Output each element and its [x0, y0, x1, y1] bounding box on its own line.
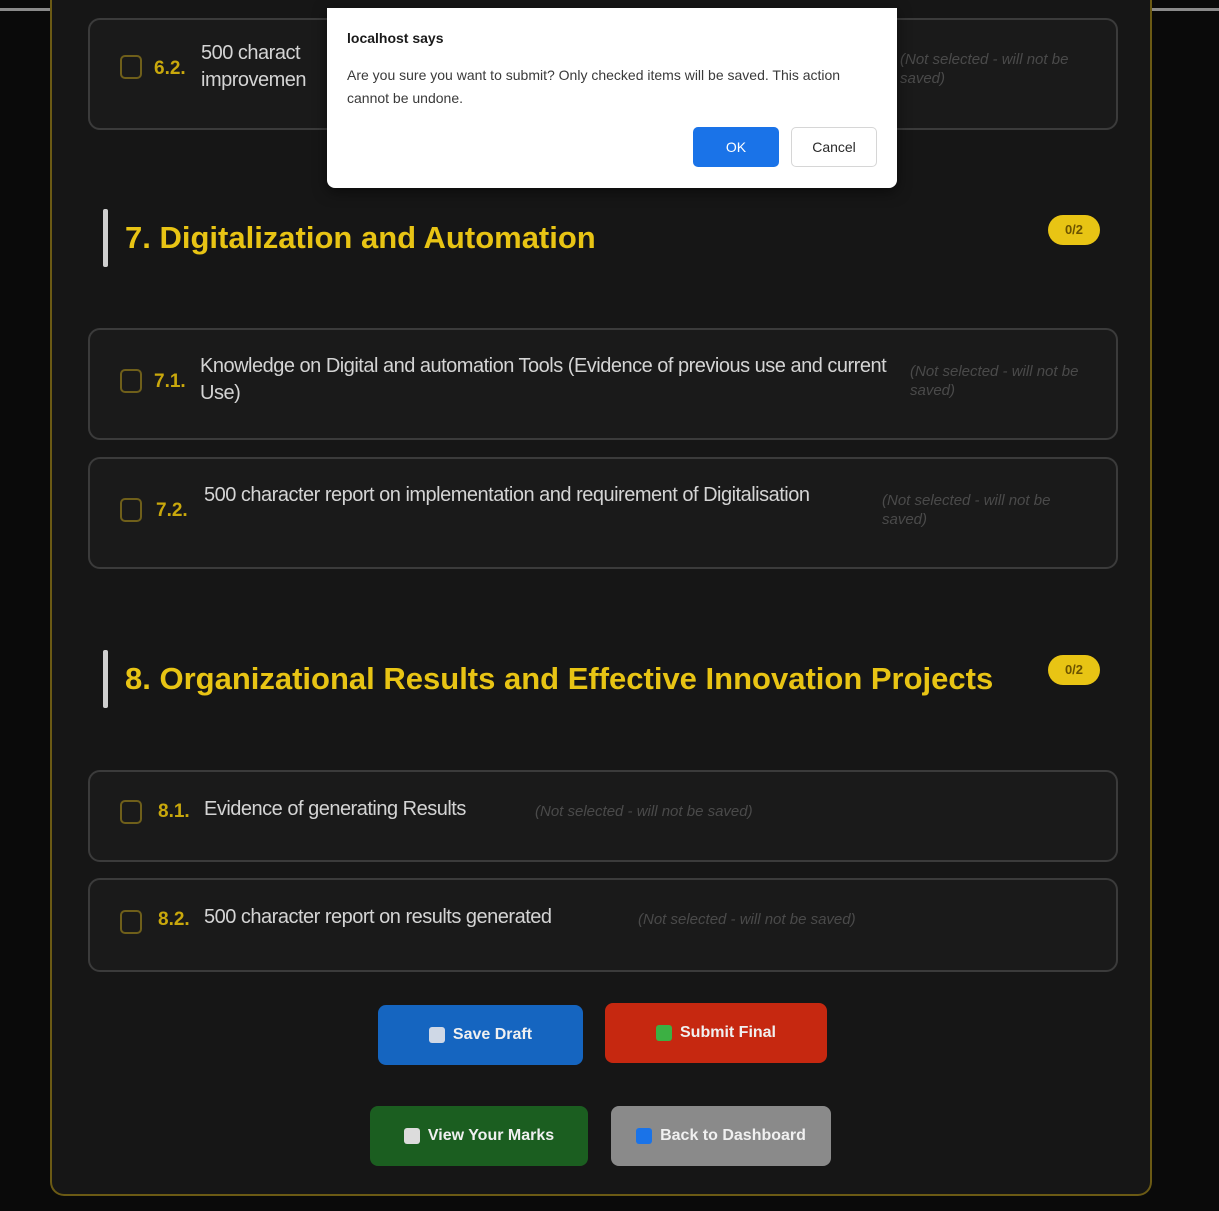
item-status: (Not selected - will not be saved)	[900, 51, 1069, 87]
view-marks-button[interactable]: View Your Marks	[370, 1106, 588, 1166]
section-8-accent-bar	[103, 650, 108, 708]
floppy-disk-icon	[428, 1027, 445, 1043]
item-status: (Not selected - will not be saved)	[535, 803, 753, 820]
back-to-dashboard-button[interactable]: Back to Dashboard	[611, 1106, 831, 1166]
checkbox-7-2[interactable]	[120, 498, 142, 522]
dialog-title: localhost says	[347, 30, 444, 46]
checkbox-6-2[interactable]	[120, 55, 142, 79]
item-number: 7.1.	[154, 371, 186, 392]
back-dashboard-label: Back to Dashboard	[660, 1127, 806, 1144]
confirm-dialog: localhost says Are you sure you want to …	[327, 8, 897, 188]
section-8-title: 8. Organizational Results and Effective …	[125, 661, 994, 696]
item-number: 8.1.	[158, 801, 190, 822]
submit-final-button[interactable]: Submit Final	[605, 1003, 827, 1063]
section-7-title: 7. Digitalization and Automation	[125, 220, 596, 255]
item-text: 500 character report on implementation a…	[204, 484, 810, 506]
item-text: Evidence of generating Results	[204, 798, 466, 820]
list-item-7-1: 7.1. Knowledge on Digital and automation…	[88, 328, 1118, 440]
item-status: (Not selected - will not be saved)	[638, 911, 856, 928]
document-icon	[403, 1128, 420, 1144]
item-number: 7.2.	[156, 500, 188, 521]
section-7-count-badge: 0/2	[1048, 215, 1100, 245]
cancel-button[interactable]: Cancel	[791, 127, 877, 167]
checkbox-8-2[interactable]	[120, 910, 142, 934]
item-status: (Not selected - will not be saved)	[882, 492, 1051, 528]
list-item-8-2: 8.2. 500 character report on results gen…	[88, 878, 1118, 972]
save-draft-button[interactable]: Save Draft	[378, 1005, 583, 1065]
ok-button[interactable]: OK	[693, 127, 779, 167]
checkbox-7-1[interactable]	[120, 369, 142, 393]
view-marks-label: View Your Marks	[427, 1127, 555, 1144]
check-mark-icon	[656, 1025, 672, 1041]
item-status: (Not selected - will not be saved)	[910, 363, 1079, 399]
section-8-count-badge: 0/2	[1048, 655, 1100, 685]
item-text: 500 charact	[201, 42, 301, 64]
item-text-line2: improvemen	[201, 69, 307, 91]
list-item-8-1: 8.1. Evidence of generating Results (Not…	[88, 770, 1118, 862]
dialog-message: Are you sure you want to submit? Only ch…	[347, 67, 841, 106]
item-text: 500 character report on results generate…	[204, 906, 552, 928]
checkbox-8-1[interactable]	[120, 800, 142, 824]
item-number: 8.2.	[158, 909, 190, 930]
submit-final-label: Submit Final	[680, 1024, 776, 1041]
section-7-accent-bar	[103, 209, 108, 267]
save-draft-label: Save Draft	[452, 1026, 533, 1043]
list-item-7-2: 7.2. 500 character report on implementat…	[88, 457, 1118, 569]
arrow-back-icon	[636, 1128, 653, 1144]
item-number: 6.2.	[154, 58, 186, 79]
item-text: Knowledge on Digital and automation Tool…	[200, 355, 887, 404]
